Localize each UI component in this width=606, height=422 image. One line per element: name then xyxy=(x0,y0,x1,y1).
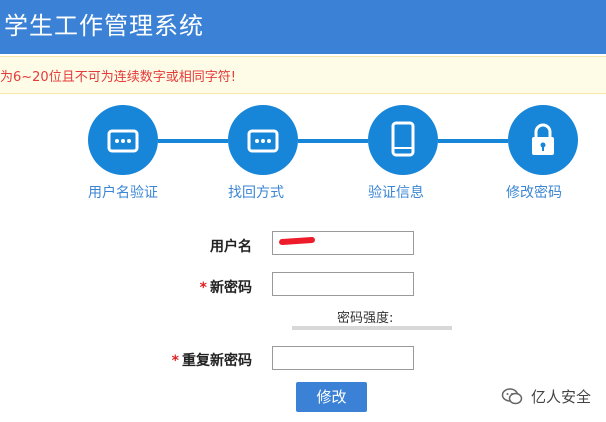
username-field[interactable] xyxy=(272,231,414,255)
step-3-circle xyxy=(368,105,438,175)
password-strength-bar xyxy=(292,326,452,330)
step-label-4: 修改密码 xyxy=(506,185,562,201)
new-password-label-text: 新密码 xyxy=(210,280,252,296)
step-connector xyxy=(438,139,508,143)
required-mark: * xyxy=(199,280,207,296)
step-2-circle xyxy=(228,105,298,175)
phone-icon xyxy=(391,121,415,157)
watermark: 亿人安全 xyxy=(501,384,591,408)
notice-text: 为6~20位且不可为连续数字或相同字符! xyxy=(0,70,236,85)
dots-icon xyxy=(247,129,279,153)
password-strength-label: 密码强度: xyxy=(337,311,394,326)
step-label-2: 找回方式 xyxy=(228,185,284,201)
repeat-password-label: * 重复新密码 xyxy=(52,350,252,370)
new-password-label: * 新密码 xyxy=(52,277,252,297)
username-label-text: 用户名 xyxy=(210,239,252,255)
lock-icon xyxy=(532,123,554,155)
username-label: 用户名 xyxy=(52,236,252,256)
app-header: 学生工作管理系统 xyxy=(0,0,606,54)
step-connector xyxy=(158,139,228,143)
redaction-mark xyxy=(278,236,316,246)
notice-bar: 为6~20位且不可为连续数字或相同字符! xyxy=(0,56,606,94)
app-title: 学生工作管理系统 xyxy=(4,12,204,40)
watermark-text: 亿人安全 xyxy=(531,387,592,406)
wechat-icon xyxy=(501,388,523,405)
step-1-circle xyxy=(88,105,158,175)
new-password-field[interactable] xyxy=(272,272,414,296)
dots-icon xyxy=(107,129,139,153)
step-label-3: 验证信息 xyxy=(368,185,424,201)
step-4-circle xyxy=(508,105,578,175)
required-mark: * xyxy=(171,353,179,369)
submit-button[interactable]: 修改 xyxy=(296,382,367,412)
repeat-password-label-text: 重复新密码 xyxy=(182,353,252,369)
repeat-password-field[interactable] xyxy=(272,346,414,370)
step-label-1: 用户名验证 xyxy=(88,185,158,201)
step-connector xyxy=(298,139,368,143)
